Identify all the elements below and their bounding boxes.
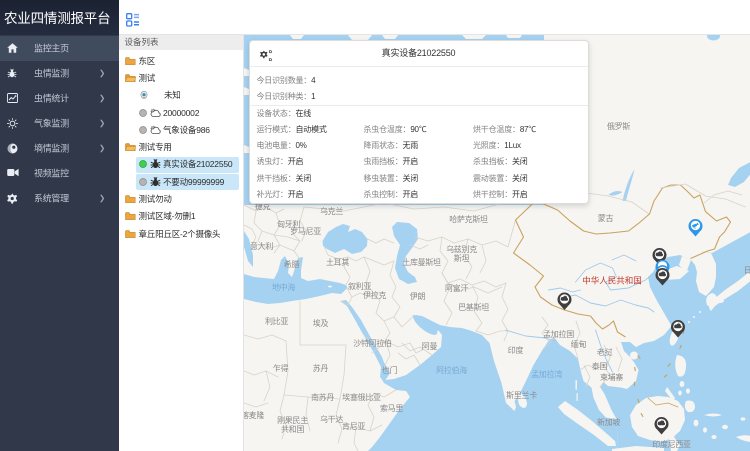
svg-text:斯里兰卡: 斯里兰卡 <box>506 390 537 400</box>
svg-text:阿曼: 阿曼 <box>421 342 437 351</box>
svg-text:孟加拉国: 孟加拉国 <box>543 329 574 339</box>
svg-text:希腊: 希腊 <box>283 259 299 269</box>
svg-text:索马里: 索马里 <box>379 403 402 413</box>
svg-text:日: 日 <box>743 266 750 275</box>
svg-text:阿富汗: 阿富汗 <box>444 283 467 293</box>
svg-text:哈萨克斯坦: 哈萨克斯坦 <box>449 214 488 224</box>
svg-text:蒙古: 蒙古 <box>597 213 613 223</box>
svg-text:孟加拉湾: 孟加拉湾 <box>531 369 562 379</box>
svg-text:印度尼西亚: 印度尼西亚 <box>652 439 691 449</box>
svg-text:南苏丹: 南苏丹 <box>310 392 333 402</box>
svg-text:乌兹别克: 乌兹别克 <box>446 244 477 254</box>
svg-text:刚果民主: 刚果民主 <box>277 415 308 425</box>
svg-text:老挝: 老挝 <box>596 347 612 357</box>
svg-text:乍得: 乍得 <box>272 363 288 373</box>
svg-text:土库曼斯坦: 土库曼斯坦 <box>402 257 441 267</box>
svg-text:俄罗斯: 俄罗斯 <box>606 121 629 131</box>
svg-text:意大利: 意大利 <box>249 241 272 251</box>
svg-text:中华人民共和国: 中华人民共和国 <box>582 276 642 286</box>
svg-text:埃及: 埃及 <box>312 318 328 328</box>
svg-text:泰国: 泰国 <box>591 361 607 371</box>
svg-text:乌克兰: 乌克兰 <box>319 206 342 216</box>
svg-text:苏丹: 苏丹 <box>312 363 328 373</box>
svg-text:共和国: 共和国 <box>280 425 303 434</box>
svg-text:喀麦隆: 喀麦隆 <box>244 410 264 420</box>
svg-text:伊朗: 伊朗 <box>409 291 425 301</box>
svg-text:伊拉克: 伊拉克 <box>362 290 385 300</box>
svg-text:乌干达: 乌干达 <box>319 414 342 424</box>
svg-text:阿拉伯海: 阿拉伯海 <box>436 365 467 375</box>
svg-text:地中海: 地中海 <box>271 282 294 292</box>
svg-text:巴基斯坦: 巴基斯坦 <box>458 302 489 312</box>
svg-text:利比亚: 利比亚 <box>264 316 287 326</box>
svg-text:新加坡: 新加坡 <box>596 417 619 427</box>
svg-text:也门: 也门 <box>381 365 397 375</box>
svg-text:斯坦: 斯坦 <box>453 253 469 263</box>
svg-text:罗马尼亚: 罗马尼亚 <box>290 227 321 236</box>
svg-text:缅甸: 缅甸 <box>570 339 586 349</box>
svg-text:柬埔寨: 柬埔寨 <box>599 372 622 382</box>
svg-text:印度: 印度 <box>507 345 523 355</box>
svg-text:叙利亚: 叙利亚 <box>347 281 370 291</box>
svg-text:肯尼亚: 肯尼亚 <box>341 421 364 431</box>
svg-text:土耳其: 土耳其 <box>325 257 348 267</box>
svg-text:沙特阿拉伯: 沙特阿拉伯 <box>353 338 392 348</box>
svg-text:埃塞俄比亚: 埃塞俄比亚 <box>342 392 381 402</box>
